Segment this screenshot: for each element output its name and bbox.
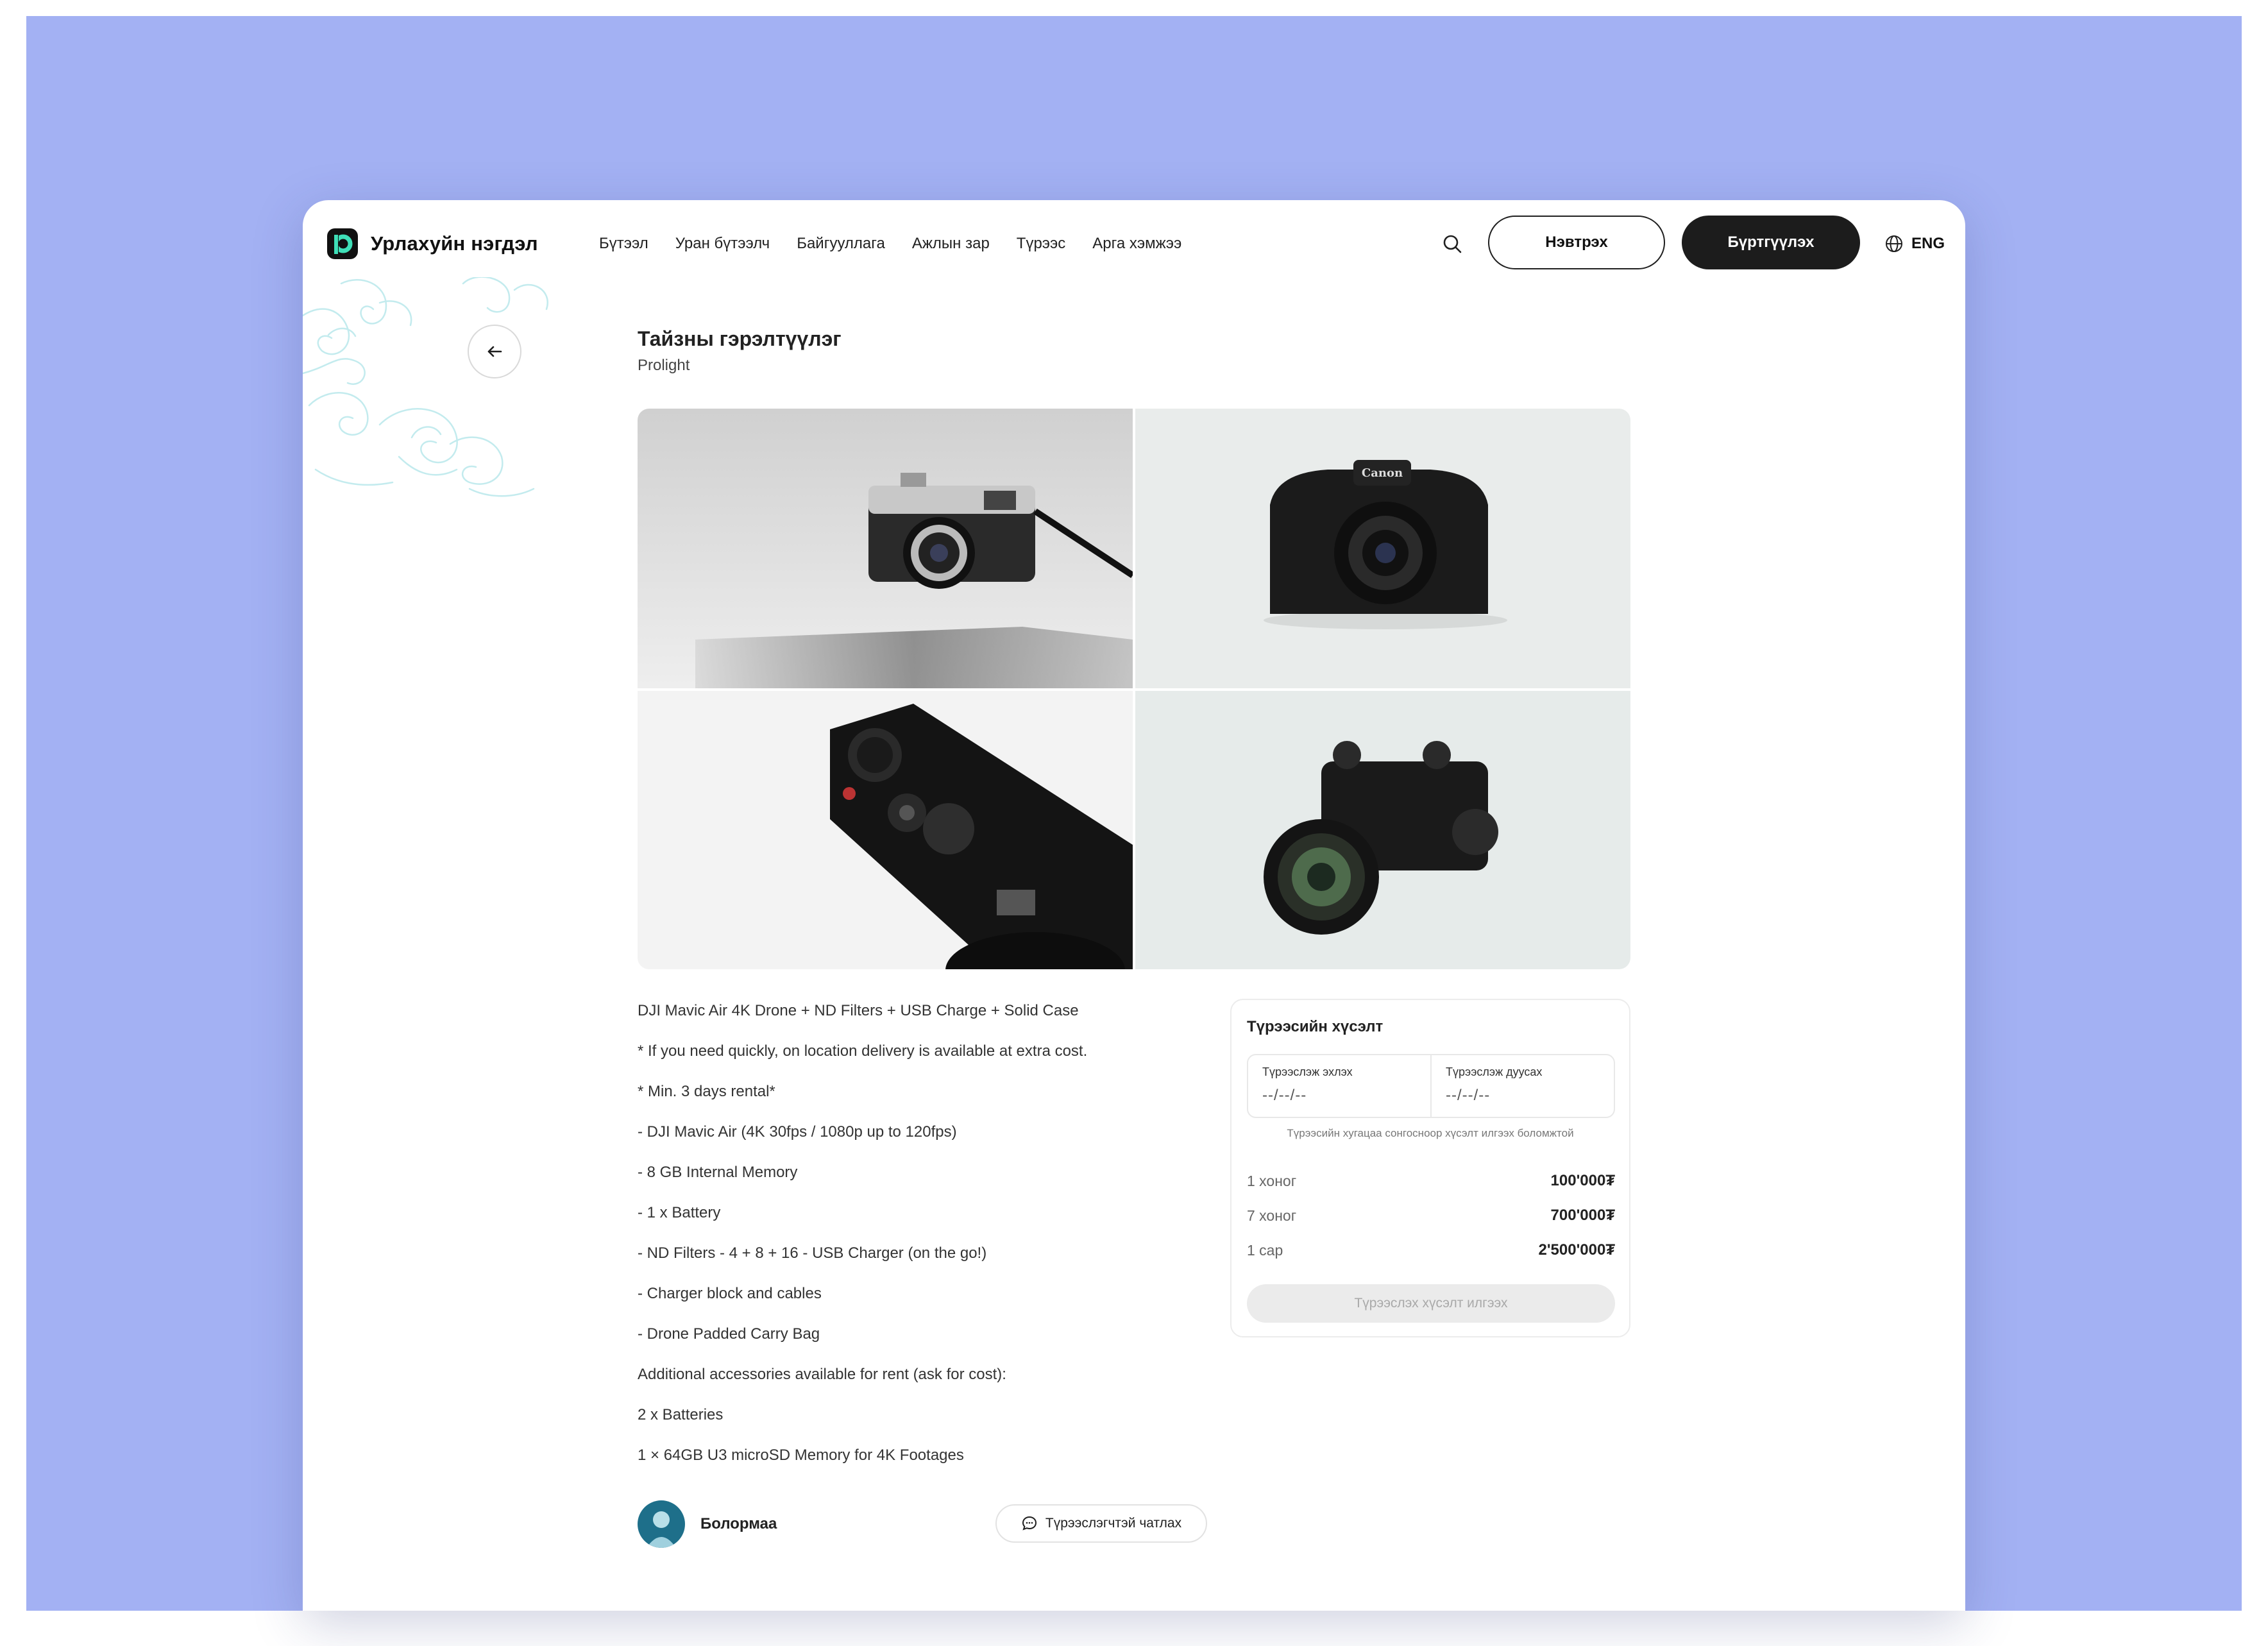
item-description: DJI Mavic Air 4K Drone + ND Filters + US… (638, 999, 1215, 1484)
svg-text:Canon: Canon (1362, 466, 1403, 480)
description-line: 2 x Batteries (638, 1406, 724, 1423)
photo-gallery: Canon (638, 409, 1630, 969)
description-line: - Charger block and cables (638, 1285, 822, 1302)
item-owner-company: Prolight (638, 357, 690, 374)
rental-start-date-field[interactable]: Түрээслэж эхлэх --/--/-- (1248, 1055, 1430, 1117)
price-row-month: 1 сар 2'500'000₮ (1247, 1237, 1615, 1263)
description-line: - DJI Mavic Air (4K 30fps / 1080p up to … (638, 1123, 957, 1141)
rental-request-card: Түрээсийн хүсэлт Түрээслэж эхлэх --/--/-… (1230, 999, 1630, 1337)
send-rental-request-button[interactable]: Түрээслэх хүсэлт илгээх (1247, 1284, 1615, 1323)
description-line: Additional accessories available for ren… (638, 1366, 1006, 1383)
register-button[interactable]: Бүртгүүлэх (1682, 216, 1860, 269)
price-period: 1 хоног (1247, 1172, 1297, 1189)
chat-with-owner-button[interactable]: Түрээслэгчтэй чатлах (995, 1504, 1207, 1543)
price-row-week: 7 хоног 700'000₮ (1247, 1203, 1615, 1228)
rental-card-title: Түрээсийн хүсэлт (1247, 1018, 1384, 1035)
chat-button-label: Түрээслэгчтэй чатлах (1045, 1516, 1182, 1531)
globe-icon (1886, 235, 1902, 252)
search-icon (1443, 235, 1462, 253)
rental-end-date-field[interactable]: Түрээслэж дуусах --/--/-- (1430, 1055, 1614, 1117)
search-button[interactable] (1438, 230, 1466, 258)
rental-hint-text: Түрээсийн хугацаа сонгосноор хүсэлт илгэ… (1287, 1127, 1574, 1139)
owner-name: Болормаа (700, 1515, 777, 1532)
brand-mark-icon (327, 228, 358, 259)
login-button[interactable]: Нэвтрэх (1488, 216, 1665, 269)
end-date-value: --/--/-- (1446, 1087, 1491, 1104)
owner-profile[interactable]: Болормаа (638, 1500, 777, 1548)
price-amount: 100'000₮ (1550, 1172, 1615, 1189)
gallery-photo-2[interactable]: Canon (1135, 409, 1630, 688)
start-date-label: Түрээслэж эхлэх (1262, 1065, 1353, 1078)
description-line: 1 × 64GB U3 microSD Memory for 4K Footag… (638, 1447, 964, 1464)
gallery-photo-3[interactable] (638, 691, 1133, 969)
nav-item-artists[interactable]: Уран бүтээлч (675, 235, 770, 253)
description-line: - 1 x Battery (638, 1204, 721, 1221)
back-button[interactable] (468, 325, 521, 378)
price-period: 1 сар (1247, 1241, 1283, 1259)
description-line: DJI Mavic Air 4K Drone + ND Filters + US… (638, 1002, 1079, 1019)
brand-name: Урлахуйн нэгдэл (371, 232, 538, 255)
description-line: * Min. 3 days rental* (638, 1083, 775, 1100)
price-row-day: 1 хоног 100'000₮ (1247, 1168, 1615, 1194)
nav-item-works[interactable]: Бүтээл (599, 235, 648, 253)
main-nav: Бүтээл Уран бүтээлч Байгууллага Ажлын за… (599, 231, 1181, 257)
avatar (638, 1500, 685, 1548)
price-amount: 2'500'000₮ (1538, 1241, 1615, 1259)
browser-window: Урлахуйн нэгдэл Бүтээл Уран бүтээлч Байг… (303, 200, 1965, 1611)
language-label: ENG (1911, 235, 1945, 252)
nav-item-jobs[interactable]: Ажлын зар (912, 235, 990, 253)
cloud-ornament-decoration (303, 277, 548, 497)
brand-logo[interactable]: Урлахуйн нэгдэл (326, 226, 538, 262)
price-amount: 700'000₮ (1550, 1207, 1615, 1224)
nav-item-organizations[interactable]: Байгууллага (797, 235, 885, 253)
start-date-value: --/--/-- (1262, 1087, 1307, 1104)
description-line: * If you need quickly, on location deliv… (638, 1042, 1088, 1060)
description-line: - 8 GB Internal Memory (638, 1164, 798, 1181)
nav-item-events[interactable]: Арга хэмжээ (1092, 235, 1181, 253)
rental-date-range: Түрээслэж эхлэх --/--/-- Түрээслэж дууса… (1247, 1054, 1615, 1118)
nav-item-rental[interactable]: Түрээс (1017, 235, 1066, 253)
arrow-left-icon (487, 346, 502, 357)
price-period: 7 хоног (1247, 1207, 1297, 1224)
language-switcher[interactable]: ENG (1884, 231, 1945, 257)
description-line: - Drone Padded Carry Bag (638, 1325, 820, 1343)
gallery-photo-4[interactable] (1135, 691, 1630, 969)
chat-bubble-icon (1022, 1516, 1037, 1531)
end-date-label: Түрээслэж дуусах (1446, 1065, 1543, 1078)
gallery-photo-1[interactable] (638, 409, 1133, 688)
item-title: Тайзны гэрэлтүүлэг (638, 327, 842, 350)
site-header: Урлахуйн нэгдэл Бүтээл Уран бүтээлч Байг… (303, 200, 1965, 286)
description-line: - ND Filters - 4 + 8 + 16 - USB Charger … (638, 1244, 987, 1262)
